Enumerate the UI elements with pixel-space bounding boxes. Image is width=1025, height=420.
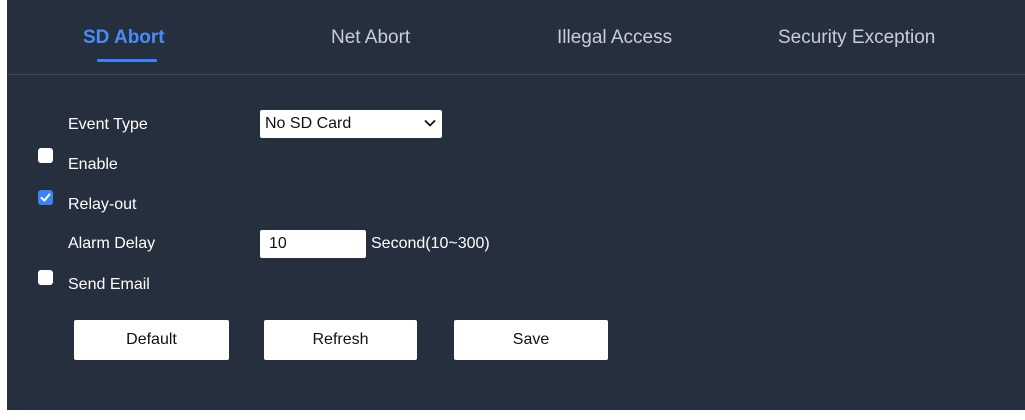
enable-label: Enable	[68, 156, 118, 173]
tab-illegal-access[interactable]: Illegal Access	[557, 27, 672, 49]
send-email-label: Send Email	[68, 276, 150, 293]
relay-out-checkbox[interactable]	[38, 190, 53, 205]
active-tab-indicator	[97, 59, 157, 62]
checkmark-icon	[40, 193, 51, 202]
alarm-delay-input[interactable]	[260, 230, 366, 258]
save-button[interactable]: Save	[454, 320, 608, 360]
relay-out-label: Relay-out	[68, 196, 137, 213]
tab-bar: SD Abort Net Abort Illegal Access Securi…	[7, 0, 1025, 75]
event-type-value: No SD Card	[265, 115, 352, 132]
event-type-label: Event Type	[68, 116, 148, 133]
alarm-delay-unit: Second(10~300)	[371, 235, 490, 252]
tab-security-exception[interactable]: Security Exception	[778, 27, 935, 49]
default-button[interactable]: Default	[74, 320, 229, 360]
chevron-down-icon	[424, 120, 436, 127]
settings-panel: SD Abort Net Abort Illegal Access Securi…	[7, 0, 1025, 410]
send-email-checkbox[interactable]	[38, 270, 53, 285]
tab-net-abort[interactable]: Net Abort	[331, 27, 410, 49]
event-type-select[interactable]: No SD Card	[260, 110, 442, 138]
enable-checkbox[interactable]	[38, 148, 53, 163]
refresh-button[interactable]: Refresh	[264, 320, 417, 360]
tab-sd-abort[interactable]: SD Abort	[83, 27, 165, 49]
alarm-delay-label: Alarm Delay	[68, 235, 156, 252]
